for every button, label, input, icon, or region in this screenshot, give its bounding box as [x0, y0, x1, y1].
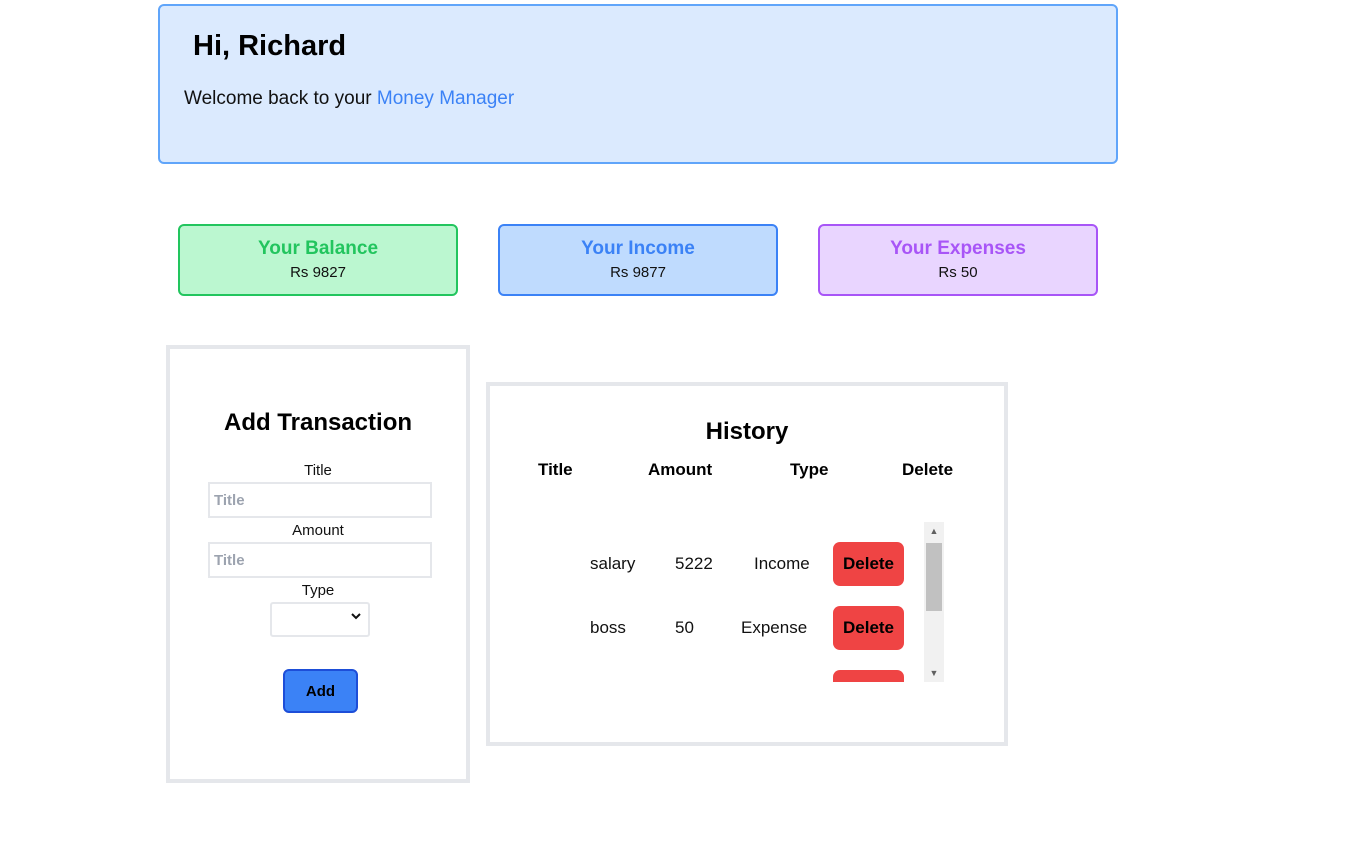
- delete-button[interactable]: Delete: [833, 670, 904, 682]
- add-transaction-heading: Add Transaction: [223, 409, 413, 436]
- title-field-label: Title: [304, 462, 332, 479]
- row-type: Expense: [741, 618, 808, 637]
- row-title: boss: [590, 618, 626, 637]
- balance-label: Your Balance: [257, 238, 379, 259]
- scrollbar-thumb[interactable]: [926, 543, 942, 611]
- amount-field-label: Amount: [292, 522, 344, 539]
- title-input[interactable]: [208, 482, 432, 518]
- row-amount: 5222: [675, 554, 713, 573]
- scroll-up-arrow-icon[interactable]: ▲: [924, 522, 944, 540]
- history-heading: History: [705, 418, 789, 445]
- row-title: salary: [590, 554, 636, 573]
- type-select[interactable]: [270, 602, 370, 637]
- scroll-down-arrow-icon[interactable]: ▼: [924, 664, 944, 682]
- column-header-type: Type: [790, 460, 829, 479]
- welcome-message: Welcome back to your Money Manager: [184, 88, 514, 110]
- balance-card: Your Balance Rs 9827: [178, 224, 458, 296]
- money-manager-page: Hi, Richard Welcome back to your Money M…: [0, 0, 1350, 844]
- add-transaction-form: Add Transaction Title Amount Type Add: [166, 345, 470, 783]
- greeting-title: Hi, Richard: [193, 30, 347, 62]
- expenses-label: Your Expenses: [890, 238, 1026, 259]
- history-scrollbar[interactable]: ▲ ▼: [924, 522, 944, 682]
- balance-value: Rs 9827: [290, 264, 346, 281]
- delete-button[interactable]: Delete: [833, 542, 904, 586]
- column-header-title: Title: [538, 460, 573, 479]
- column-header-amount: Amount: [648, 460, 713, 479]
- row-type: Income: [754, 554, 810, 573]
- history-row: boss 50 Expense Delete: [574, 606, 904, 650]
- expenses-card: Your Expenses Rs 50: [818, 224, 1098, 296]
- chevron-down-icon: [351, 613, 361, 620]
- type-field-label: Type: [301, 582, 335, 599]
- history-row: salary 5222 Income Delete: [574, 542, 904, 586]
- row-amount: 50: [675, 618, 694, 637]
- welcome-text: Welcome back to your: [184, 88, 377, 109]
- income-label: Your Income: [581, 238, 695, 259]
- history-panel: History Title Amount Type Delete salary …: [486, 382, 1008, 746]
- add-button[interactable]: Add: [283, 669, 358, 713]
- income-value: Rs 9877: [610, 264, 666, 281]
- delete-button[interactable]: Delete: [833, 606, 904, 650]
- amount-input[interactable]: [208, 542, 432, 578]
- brand-name: Money Manager: [376, 88, 515, 109]
- column-header-delete: Delete: [902, 460, 954, 479]
- history-row: Delete: [574, 670, 904, 682]
- greeting-banner: Hi, Richard Welcome back to your Money M…: [158, 4, 1118, 164]
- expenses-value: Rs 50: [938, 264, 978, 281]
- history-list[interactable]: salary 5222 Income Delete boss 50 Expens…: [574, 524, 904, 682]
- income-card: Your Income Rs 9877: [498, 224, 778, 296]
